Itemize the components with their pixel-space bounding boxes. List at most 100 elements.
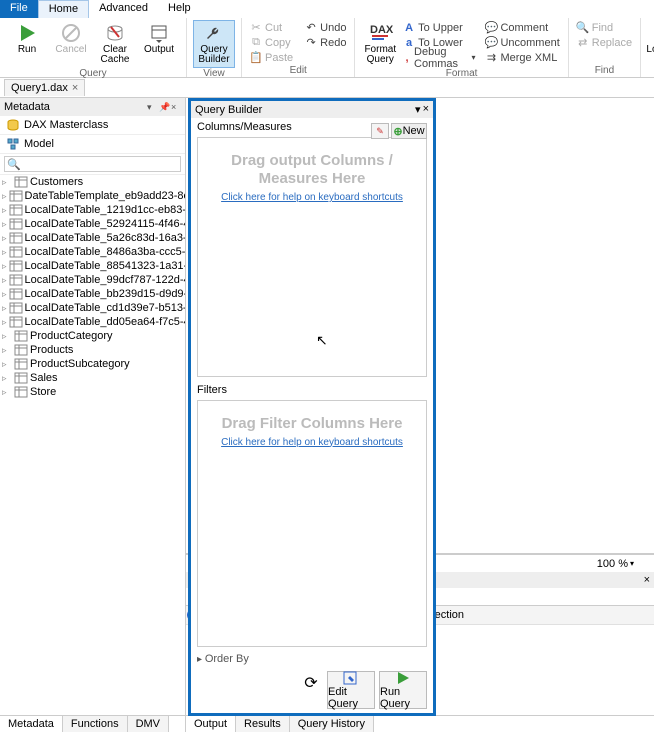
table-item[interactable]: ▹Sales (0, 371, 185, 385)
table-item[interactable]: ▹LocalDateTable_8486a3ba-ccc5-49ab- (0, 245, 185, 259)
tab-functions[interactable]: Functions (63, 716, 128, 732)
table-item[interactable]: ▹DateTableTemplate_eb9add23-8e7e-4 (0, 189, 185, 203)
table-item[interactable]: ▹ LocalDateTable_5a26c83d-16a3-4a02- (0, 231, 185, 245)
menu-advanced[interactable]: Advanced (89, 0, 158, 18)
expand-icon[interactable]: ▹ (2, 275, 7, 286)
tab-dmv[interactable]: DMV (128, 716, 169, 732)
expand-icon[interactable]: ▹ (2, 359, 12, 370)
table-icon (14, 344, 28, 356)
table-icon (9, 316, 23, 328)
menu-help[interactable]: Help (158, 0, 201, 18)
cancel-button[interactable]: Cancel (50, 20, 92, 68)
load-perf-button[interactable]: Load Perf Data (647, 20, 654, 68)
table-item[interactable]: ▹ LocalDateTable_bb239d15-d9d9-4f79 (0, 287, 185, 301)
expand-icon[interactable]: ▹ (2, 289, 7, 300)
paste-button[interactable]: 📋Paste (248, 50, 295, 65)
table-item[interactable]: ▹ LocalDateTable_99dcf787-122d-42ac- (0, 273, 185, 287)
cut-button[interactable]: ✂Cut (248, 20, 295, 35)
copy-button[interactable]: ⧉Copy (248, 35, 295, 50)
close-tab-icon[interactable]: × (72, 82, 78, 94)
table-item[interactable]: ▹ LocalDateTable_cd1d39e7-b513-4c5a (0, 301, 185, 315)
model-selector[interactable]: Model (0, 135, 185, 154)
expand-icon[interactable]: ▹ (2, 219, 7, 230)
debug-commas-button[interactable]: ,Debug Commas▾ (401, 50, 477, 65)
query-builder-panel: Query Builder ▾× Columns/Measures ✎ ⊕New… (188, 98, 436, 716)
find-button[interactable]: 🔍Find (575, 20, 634, 35)
undo-button[interactable]: ↶Undo (303, 20, 348, 35)
output-button[interactable]: Output (138, 20, 180, 68)
tab-results[interactable]: Results (236, 716, 290, 732)
qb-shortcuts-link-2[interactable]: Click here for help on keyboard shortcut… (198, 437, 426, 448)
pin-icon[interactable]: ▾ (147, 102, 157, 112)
expand-icon[interactable]: ▹ (2, 261, 7, 272)
table-name: LocalDateTable_bb239d15-d9d9-4f79 (25, 288, 185, 300)
table-name: LocalDateTable_cd1d39e7-b513-4c5a (25, 302, 185, 314)
expand-icon[interactable]: ▹ (2, 177, 12, 188)
expand-icon[interactable]: ▹ (2, 233, 7, 244)
close-pane-icon[interactable]: × (171, 102, 181, 112)
table-item[interactable]: ▹LocalDateTable_88541323-1a31-4ca1- (0, 259, 185, 273)
qb-edit-icon[interactable]: ✎ (371, 123, 389, 139)
table-item[interactable]: ▹Products (0, 343, 185, 357)
expand-icon[interactable]: ▹ (2, 317, 7, 328)
replace-button[interactable]: ⇄Replace (575, 35, 634, 50)
table-item[interactable]: ▹ LocalDateTable_dd05ea64-f7c5-47b5- (0, 315, 185, 329)
to-upper-button[interactable]: ATo Upper (401, 20, 477, 35)
expand-icon[interactable]: ▹ (2, 303, 7, 314)
database-selector[interactable]: DAX Masterclass (0, 116, 185, 135)
expand-icon[interactable]: ▹ (2, 373, 12, 384)
undo-icon: ↶ (305, 22, 317, 34)
play-icon (17, 23, 37, 43)
qb-close-icon[interactable]: × (423, 103, 429, 116)
table-item[interactable]: ▹LocalDateTable_52924115-4f46-4235- (0, 217, 185, 231)
table-item[interactable]: ▹LocalDateTable_1219d1cc-eb83-4ddf- (0, 203, 185, 217)
table-icon (9, 190, 23, 202)
menu-file[interactable]: File (0, 0, 38, 18)
qb-run-query-button[interactable]: Run Query (379, 671, 427, 709)
clear-cache-button[interactable]: Clear Cache (94, 20, 136, 68)
zoom-level[interactable]: 100 % (597, 558, 628, 570)
qb-edit-query-button[interactable]: Edit Query (327, 671, 375, 709)
metadata-search-input[interactable] (4, 156, 181, 172)
table-item[interactable]: ▹Customers (0, 175, 185, 189)
qb-filters-dropzone[interactable]: Drag Filter Columns Here Click here for … (197, 400, 427, 647)
expand-icon[interactable]: ▹ (2, 191, 7, 202)
expand-icon[interactable]: ▹ (2, 205, 7, 216)
metadata-title: Metadata (4, 101, 50, 113)
expand-icon[interactable]: ▹ (2, 387, 12, 398)
pin2-icon[interactable]: 📌 (159, 102, 169, 112)
redo-button[interactable]: ↷Redo (303, 35, 348, 50)
expand-icon[interactable]: ▹ (2, 345, 12, 356)
table-item[interactable]: ▹ProductCategory (0, 329, 185, 343)
output-icon (149, 23, 169, 43)
uncomment-button[interactable]: 💬Uncomment (483, 35, 561, 50)
output-close-icon[interactable]: × (644, 574, 650, 586)
format-query-button[interactable]: DAX Format Query (361, 20, 399, 68)
table-name: LocalDateTable_99dcf787-122d-42ac- (25, 274, 185, 286)
run-button[interactable]: Run (6, 20, 48, 68)
comment-button[interactable]: 💬Comment (483, 20, 561, 35)
qb-columns-dropzone[interactable]: Drag output Columns / Measures Here Clic… (197, 137, 427, 377)
query-builder-button[interactable]: Query Builder (193, 20, 235, 68)
expand-icon[interactable]: ▹ (2, 247, 7, 258)
qb-shortcuts-link[interactable]: Click here for help on keyboard shortcut… (198, 192, 426, 203)
svg-text:DAX: DAX (370, 24, 394, 36)
cancel-icon (61, 23, 81, 43)
tab-history[interactable]: Query History (290, 716, 374, 732)
merge-xml-button[interactable]: ⇉Merge XML (483, 50, 561, 65)
qb-refresh-button[interactable]: ⟳ (299, 671, 323, 695)
menu-home[interactable]: Home (38, 0, 89, 18)
table-name: LocalDateTable_dd05ea64-f7c5-47b5- (25, 316, 185, 328)
qb-orderby[interactable]: ▸ Order By (191, 651, 433, 667)
tab-output[interactable]: Output (186, 716, 236, 732)
qb-new-button[interactable]: ⊕New (391, 123, 427, 139)
document-tab[interactable]: Query1.dax × (4, 79, 85, 96)
expand-icon[interactable]: ▹ (2, 331, 12, 342)
table-name: LocalDateTable_5a26c83d-16a3-4a02- (25, 232, 185, 244)
table-item[interactable]: ▹Store (0, 385, 185, 399)
tab-metadata[interactable]: Metadata (0, 716, 63, 732)
wrench-icon (204, 23, 224, 43)
qb-dropdown-icon[interactable]: ▾ (415, 103, 421, 116)
table-item[interactable]: ▹ProductSubcategory (0, 357, 185, 371)
zoom-dropdown-icon[interactable]: ▾ (630, 559, 634, 568)
